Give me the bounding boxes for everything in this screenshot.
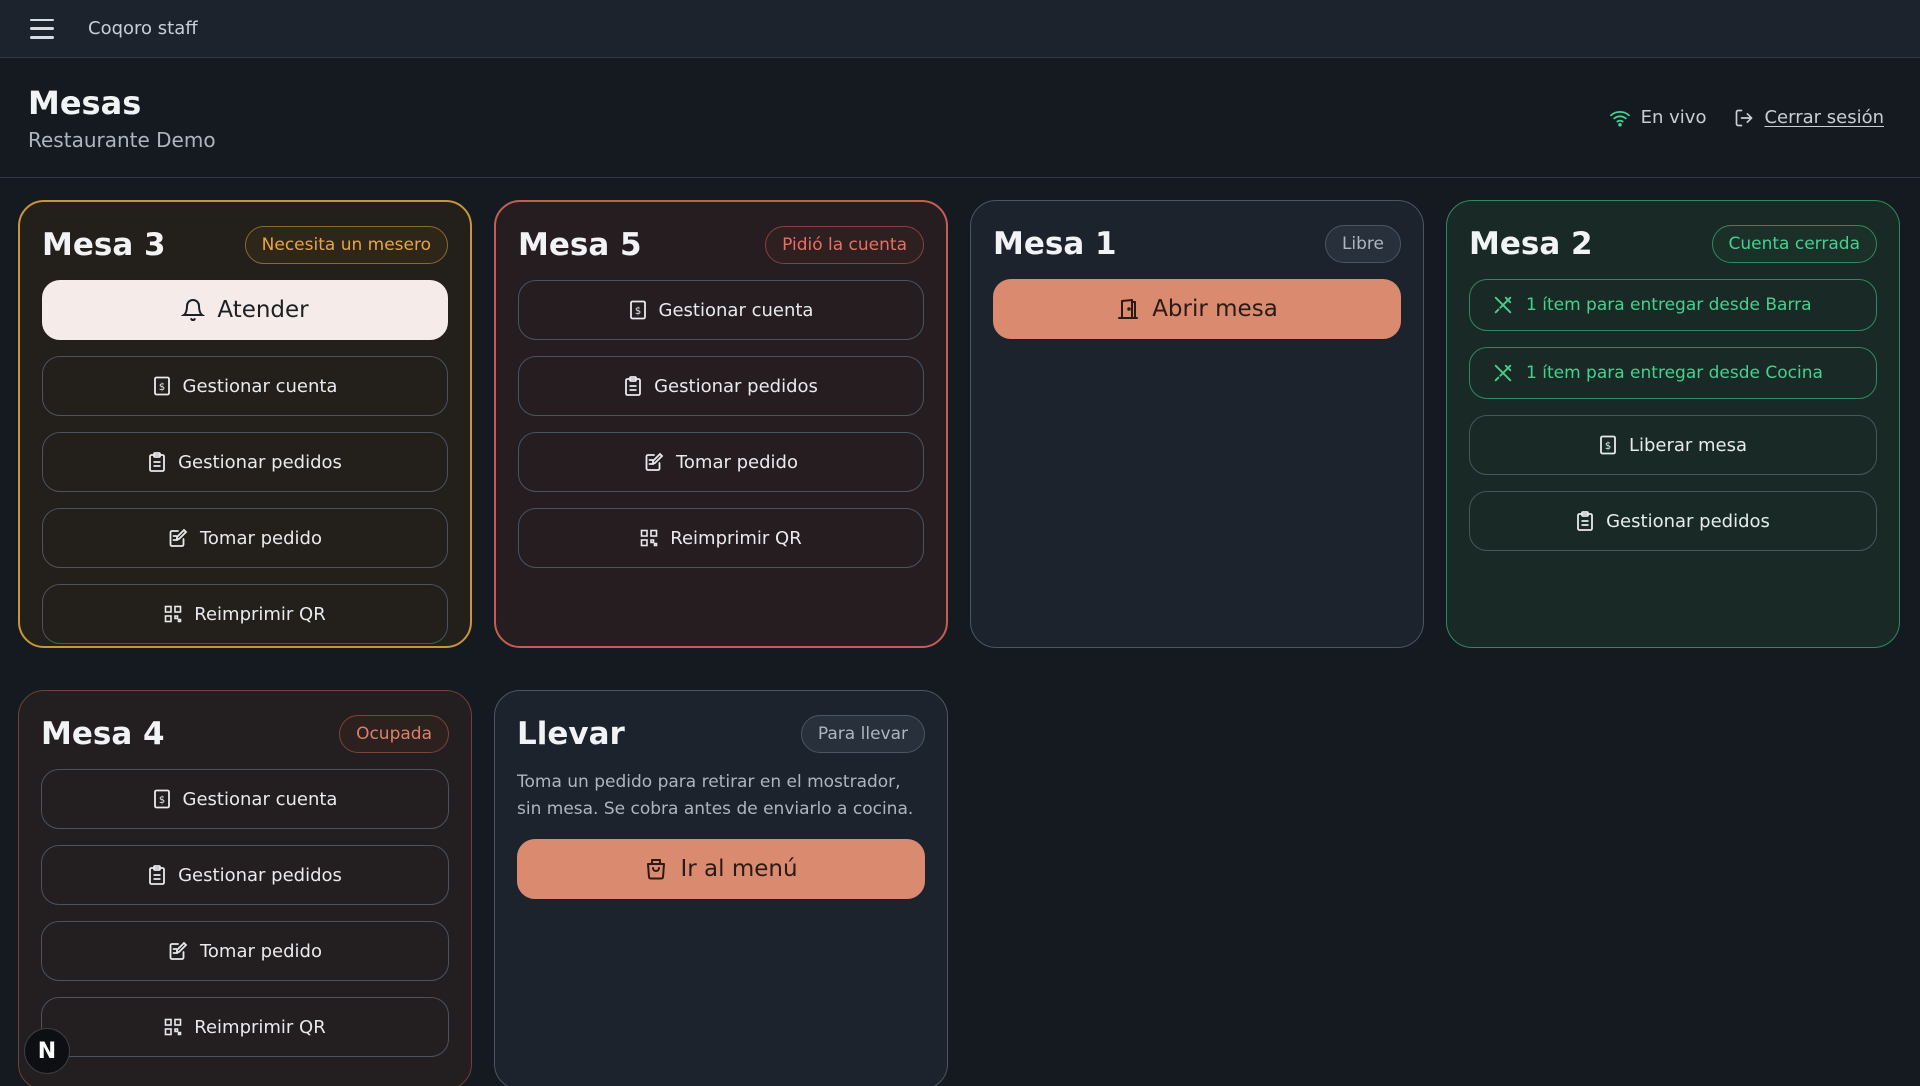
page-subtitle: Restaurante Demo: [28, 127, 216, 152]
table-card-mesa-2: Mesa 2 Cuenta cerrada 1 ítem para entreg…: [1446, 200, 1900, 648]
table-title: Mesa 2: [1469, 226, 1593, 262]
go-to-menu-button[interactable]: Ir al menú: [517, 839, 925, 899]
manage-orders-button[interactable]: Gestionar pedidos: [41, 845, 449, 905]
takeaway-title: Llevar: [517, 716, 625, 752]
release-table-button[interactable]: $ Liberar mesa: [1469, 415, 1877, 475]
manage-bill-button[interactable]: $ Gestionar cuenta: [42, 356, 448, 416]
manage-bill-button[interactable]: $ Gestionar cuenta: [41, 769, 449, 829]
clipboard-icon: [625, 376, 642, 396]
manage-orders-button[interactable]: Gestionar pedidos: [1469, 491, 1877, 551]
receipt-icon: $: [629, 300, 646, 320]
edit-note-icon: [169, 941, 188, 960]
logout-icon: [1736, 109, 1753, 126]
svg-text:$: $: [158, 795, 164, 806]
brand-name: Coqoro staff: [88, 18, 198, 39]
take-order-button[interactable]: Tomar pedido: [42, 508, 448, 568]
qr-code-icon: [640, 529, 658, 547]
manage-orders-button[interactable]: Gestionar pedidos: [518, 356, 924, 416]
table-card-mesa-4: Mesa 4 Ocupada $ Gestionar cuenta Gestio…: [18, 690, 472, 1086]
status-badge: Cuenta cerrada: [1711, 225, 1877, 263]
utensils-crossed-icon: [1494, 364, 1512, 382]
edit-note-icon: [645, 452, 664, 471]
table-title: Mesa 5: [518, 227, 642, 263]
delivery-notice-kitchen[interactable]: 1 ítem para entregar desde Cocina: [1469, 347, 1877, 399]
clipboard-icon: [1577, 511, 1594, 531]
table-title: Mesa 3: [42, 227, 166, 263]
door-icon: [1118, 299, 1139, 319]
table-title: Mesa 4: [41, 716, 165, 752]
receipt-icon: $: [153, 789, 170, 809]
reprint-qr-button[interactable]: Reimprimir QR: [518, 508, 924, 568]
qr-code-icon: [164, 605, 182, 623]
table-card-mesa-1: Mesa 1 Libre Abrir mesa: [970, 200, 1424, 648]
devtools-badge[interactable]: N: [24, 1028, 70, 1074]
manage-bill-button[interactable]: $ Gestionar cuenta: [518, 280, 924, 340]
bell-icon: [181, 299, 206, 322]
live-label: En vivo: [1640, 107, 1707, 128]
table-card-mesa-3: Mesa 3 Necesita un mesero Atender $ Gest…: [18, 200, 472, 648]
clipboard-icon: [149, 865, 166, 885]
table-card-mesa-5: Mesa 5 Pidió la cuenta $ Gestionar cuent…: [494, 200, 948, 648]
status-badge: Necesita un mesero: [244, 226, 448, 264]
table-title: Mesa 1: [993, 226, 1117, 262]
menu-icon[interactable]: [30, 18, 54, 39]
utensils-crossed-icon: [1494, 296, 1512, 314]
clipboard-icon: [149, 452, 166, 472]
receipt-icon: $: [153, 376, 170, 396]
page-title: Mesas: [28, 83, 142, 122]
svg-text:$: $: [634, 306, 640, 317]
take-order-button[interactable]: Tomar pedido: [41, 921, 449, 981]
status-badge: Pidió la cuenta: [765, 226, 924, 264]
logout-label: Cerrar sesión: [1764, 107, 1884, 128]
take-order-button[interactable]: Tomar pedido: [518, 432, 924, 492]
status-badge: Para llevar: [800, 715, 925, 753]
reprint-qr-button[interactable]: Reimprimir QR: [41, 997, 449, 1057]
delivery-notice-bar[interactable]: 1 ítem para entregar desde Barra: [1469, 279, 1877, 331]
status-badge: Libre: [1324, 225, 1401, 263]
manage-orders-button[interactable]: Gestionar pedidos: [42, 432, 448, 492]
status-badge: Ocupada: [339, 715, 449, 753]
svg-text:$: $: [1605, 441, 1611, 452]
edit-note-icon: [169, 528, 188, 547]
top-bar: Coqoro staff: [0, 0, 1920, 58]
page-header: Mesas Restaurante Demo En vivo Cerrar se…: [0, 58, 1920, 178]
takeaway-description: Toma un pedido para retirar en el mostra…: [517, 772, 914, 819]
reprint-qr-button[interactable]: Reimprimir QR: [42, 584, 448, 644]
receipt-icon: $: [1600, 435, 1616, 455]
qr-code-icon: [164, 1018, 182, 1036]
takeaway-card: Llevar Para llevar Toma un pedido para r…: [494, 690, 948, 1086]
open-table-button[interactable]: Abrir mesa: [993, 279, 1401, 339]
logout-link[interactable]: Cerrar sesión: [1734, 107, 1884, 128]
attend-button[interactable]: Atender: [42, 280, 448, 340]
svg-text:$: $: [158, 382, 164, 393]
live-indicator: En vivo: [1609, 107, 1707, 128]
wifi-icon: [1609, 110, 1630, 127]
shopping-bag-icon: [647, 859, 666, 880]
